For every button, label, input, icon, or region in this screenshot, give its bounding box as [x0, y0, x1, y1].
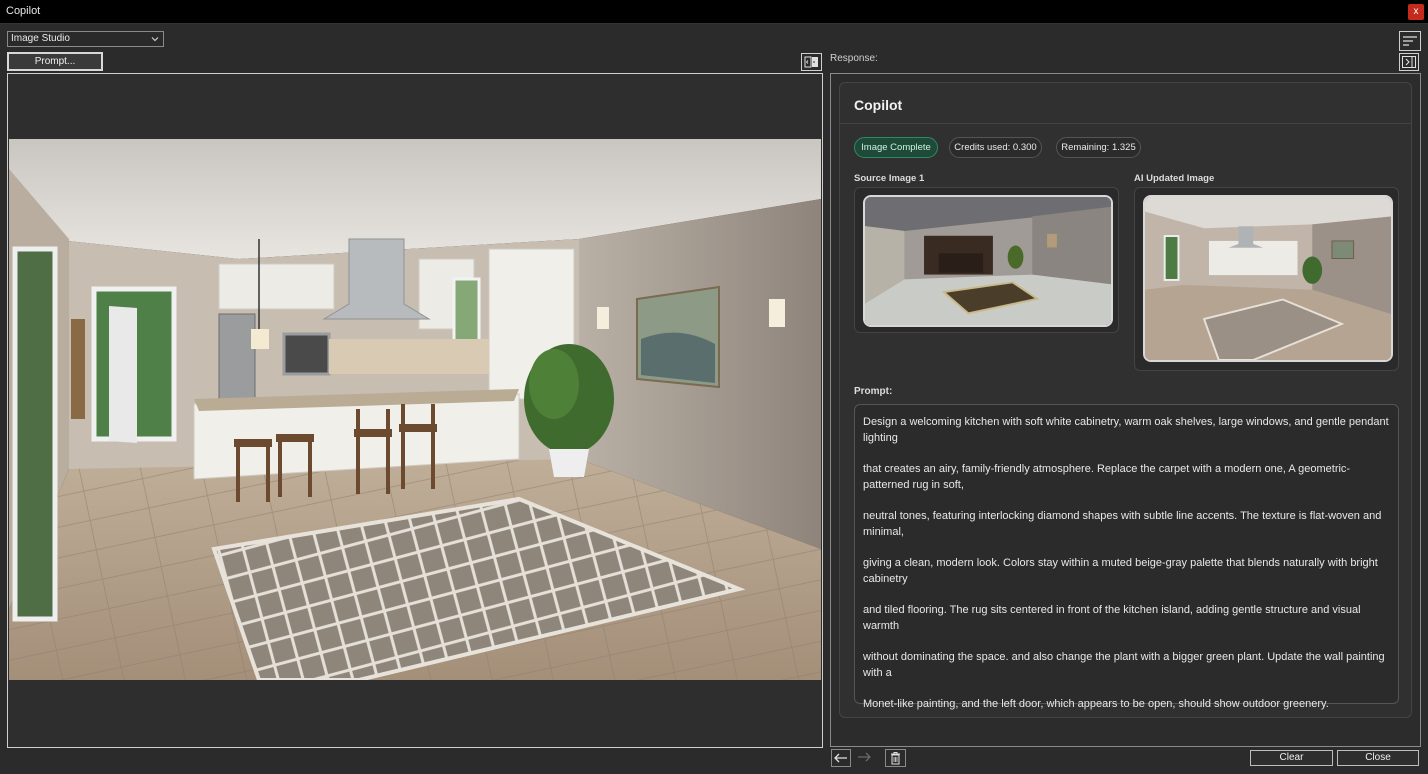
back-button[interactable] [831, 749, 851, 767]
mode-select-value: Image Studio [11, 33, 70, 44]
response-label: Response: [830, 53, 878, 64]
status-badge: Image Complete [854, 137, 938, 158]
ai-image-label: AI Updated Image [1134, 173, 1215, 184]
mode-select[interactable]: Image Studio [7, 31, 164, 47]
rendered-kitchen-image [9, 139, 821, 680]
source-image-card [854, 187, 1119, 333]
arrow-left-icon [834, 753, 847, 763]
response-panel: Copilot Image Complete Credits used: 0.3… [830, 73, 1421, 747]
prompt-text-box[interactable]: Design a welcoming kitchen with soft whi… [854, 404, 1399, 710]
card-title: Copilot [854, 97, 903, 113]
collapse-panel-button[interactable] [1399, 53, 1419, 71]
copilot-response-card: Copilot Image Complete Credits used: 0.3… [839, 82, 1412, 718]
window-close-button[interactable]: x [1408, 4, 1424, 20]
prompt-paragraph: without dominating the space. and also c… [863, 651, 1385, 679]
prompt-paragraph: giving a clean, modern look. Colors stay… [863, 557, 1378, 585]
title-bar: Copilot x [0, 0, 1428, 24]
sort-button[interactable] [1399, 31, 1421, 51]
arrow-right-icon [858, 752, 871, 762]
prompt-paragraph: Monet-like painting, and the left door, … [863, 698, 1329, 710]
source-image-thumbnail[interactable] [863, 195, 1113, 327]
forward-button[interactable] [855, 749, 875, 767]
source-image-label: Source Image 1 [854, 173, 925, 184]
card-divider [840, 123, 1411, 124]
prompt-paragraph: Design a welcoming kitchen with soft whi… [863, 416, 1389, 444]
delete-button[interactable] [885, 749, 906, 767]
prompt-button[interactable]: Prompt... [7, 52, 103, 71]
image-canvas[interactable] [7, 73, 823, 748]
compare-icon [804, 56, 818, 68]
clear-button[interactable]: Clear [1250, 750, 1333, 766]
prompt-paragraph: that creates an airy, family-friendly at… [863, 463, 1351, 491]
trash-icon [891, 752, 900, 765]
window-title: Copilot [6, 5, 41, 17]
prompt-paragraph: and tiled flooring. The rug sits centere… [863, 604, 1361, 632]
ai-image-card [1134, 187, 1399, 371]
credits-used-badge: Credits used: 0.300 [949, 137, 1042, 158]
sort-lines-icon [1403, 36, 1417, 46]
remaining-badge: Remaining: 1.325 [1056, 137, 1141, 158]
collapse-panel-icon [1402, 56, 1416, 68]
prompt-label: Prompt: [854, 386, 893, 397]
close-button[interactable]: Close [1337, 750, 1419, 766]
chevron-down-icon [151, 37, 159, 42]
compare-button[interactable] [801, 53, 822, 71]
prompt-paragraph: neutral tones, featuring interlocking di… [863, 510, 1382, 538]
ai-image-thumbnail[interactable] [1143, 195, 1393, 362]
